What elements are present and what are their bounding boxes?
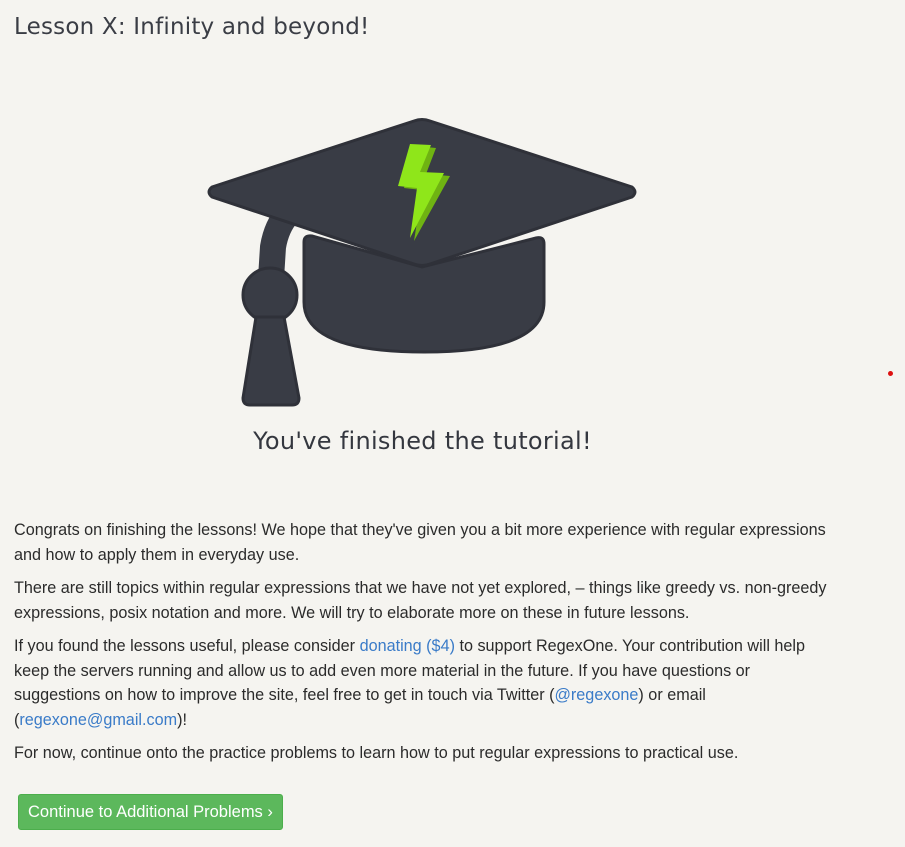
support-text-1: If you found the lessons useful, please … [14, 637, 360, 655]
continue-button[interactable]: Continue to Additional Problems › [18, 794, 283, 830]
finished-heading: You've finished the tutorial! [253, 427, 592, 455]
donate-link[interactable]: donating ($4) [360, 637, 455, 655]
support-text-4: )! [177, 710, 187, 729]
paragraph-congrats: Congrats on finishing the lessons! We ho… [14, 521, 826, 564]
paragraph-topics: There are still topics within regular ex… [14, 579, 827, 622]
lesson-content: Congrats on finishing the lessons! We ho… [14, 518, 830, 775]
twitter-link[interactable]: @regexone [554, 686, 638, 704]
hero-graphic [200, 112, 650, 417]
marker-dot [888, 371, 893, 376]
email-link[interactable]: regexone@gmail.com [19, 711, 177, 729]
tassel-fringe [241, 315, 301, 407]
page-title: Lesson X: Infinity and beyond! [14, 14, 370, 40]
graduation-cap-icon [207, 118, 637, 407]
tassel-knob [241, 266, 299, 324]
paragraph-support: If you found the lessons useful, please … [14, 634, 830, 732]
paragraph-practice: For now, continue onto the practice prob… [14, 744, 739, 762]
